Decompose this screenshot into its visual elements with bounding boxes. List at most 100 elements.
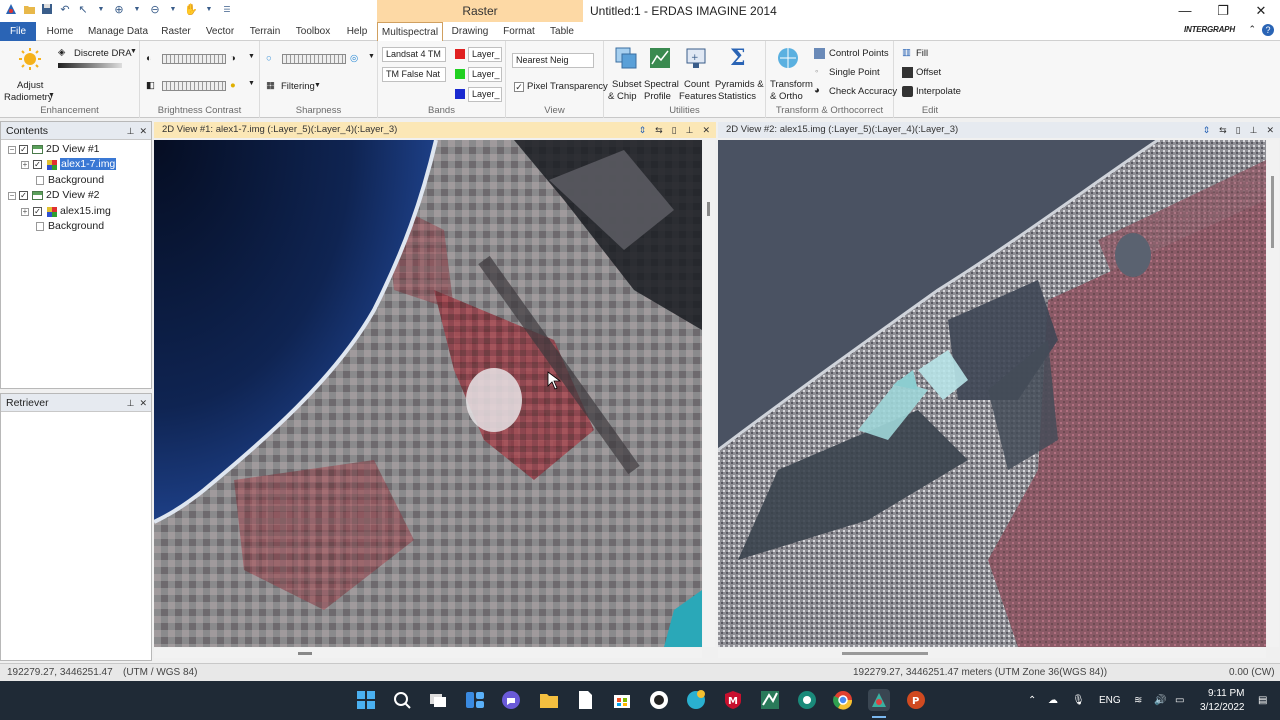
globe-mapper-icon[interactable] [796,689,818,711]
pixel-transparency-checkbox[interactable]: ✓ [514,82,524,92]
view1-checkbox[interactable]: ✓ [19,145,28,154]
arcgis-icon[interactable] [759,689,781,711]
tab-help[interactable]: Help [342,22,372,41]
dropdown-arrow-icon[interactable]: ▼ [248,80,255,87]
options-icon[interactable]: ▯ [672,122,677,138]
tab-raster[interactable]: Raster [158,22,194,41]
tree-alex17[interactable]: alex1-7.img [60,157,117,172]
spectral-profile-icon[interactable] [648,46,672,70]
tab-terrain[interactable]: Terrain [246,22,284,41]
interpolate-button[interactable]: Interpolate [916,86,961,97]
collapse-icon[interactable]: − [8,192,16,200]
teams-chat-icon[interactable] [500,689,522,711]
red-layer-combo[interactable]: Layer_ [468,47,502,62]
tab-multispectral[interactable]: Multispectral [377,22,443,42]
volume-icon[interactable]: 🔊 [1154,681,1166,720]
view2-vertical-scrollbar[interactable] [1267,140,1279,647]
resample-combo[interactable]: Nearest Neig [512,53,594,68]
close-button[interactable]: ✕ [1242,0,1280,22]
sync-icon[interactable]: ⇆ [1219,122,1227,138]
subset-chip-label[interactable]: & Chip [608,91,637,102]
single-point-button[interactable]: Single Point [829,67,880,78]
chrome-icon[interactable] [832,689,854,711]
edge-browser-icon[interactable] [685,689,707,711]
save-icon[interactable] [40,2,54,16]
pin-icon[interactable]: ⊥ [1250,122,1258,138]
tree-view2-background[interactable]: Background [48,219,104,234]
close-icon[interactable]: ✕ [702,122,710,138]
pin-icon[interactable]: ⊥ [127,126,135,136]
link-icon[interactable]: ⇕ [1203,122,1211,138]
blue-layer-combo[interactable]: Layer_ [468,87,502,102]
count-features-icon[interactable]: + [684,46,708,70]
sigma-icon[interactable]: Σ [726,44,750,71]
tab-vector[interactable]: Vector [202,22,238,41]
notifications-icon[interactable]: ▤ [1258,695,1267,706]
green-layer-combo[interactable]: Layer_ [468,67,502,82]
close-icon[interactable]: ✕ [1266,122,1274,138]
scroll-thumb[interactable] [298,652,312,655]
close-icon[interactable]: ✕ [139,398,147,408]
collapse-icon[interactable]: − [8,146,16,154]
alex17-checkbox[interactable]: ✓ [33,160,42,169]
transform-ortho-icon[interactable] [776,46,800,70]
cloud-icon[interactable]: ☁ [1048,681,1058,720]
check-accuracy-button[interactable]: Check Accuracy [829,86,897,97]
view2-checkbox[interactable]: ✓ [19,191,28,200]
scroll-thumb[interactable] [707,202,710,216]
task-view-icon[interactable] [427,689,449,711]
ortho-label[interactable]: & Ortho [770,91,803,102]
filtering-button[interactable]: Filtering [281,81,315,92]
collapse-ribbon-icon[interactable]: ⌃ [1248,24,1256,36]
expand-icon[interactable]: + [21,161,29,169]
store-icon[interactable] [611,689,633,711]
view2-horizontal-scrollbar[interactable] [718,648,1266,658]
help-icon[interactable]: ? [1262,24,1274,36]
view1-canvas[interactable] [154,140,702,647]
profile-label[interactable]: Profile [644,91,671,102]
erdas-taskbar-icon[interactable] [868,689,890,711]
tree-view2[interactable]: 2D View #2 [46,188,100,203]
count-label[interactable]: Count [684,79,709,90]
document-icon[interactable] [574,689,596,711]
alex15-checkbox[interactable]: ✓ [33,207,42,216]
file-explorer-icon[interactable] [538,689,560,711]
subset-label[interactable]: Subset [612,79,642,90]
show-hidden-icons[interactable]: ⌃ [1028,681,1036,720]
options-icon[interactable]: ▯ [1236,122,1241,138]
view1-horizontal-scrollbar[interactable] [154,648,702,658]
tab-home[interactable]: Home [42,22,78,41]
control-points-button[interactable]: Control Points [829,48,889,59]
customize-qat-icon[interactable]: ☰ [220,2,234,16]
zoom-out-icon[interactable]: ⊖ [148,2,162,16]
zoom-in-icon[interactable]: ⊕ [112,2,126,16]
dropdown-arrow-icon[interactable]: ▼ [94,2,108,16]
select-arrow-icon[interactable]: ↖ [76,2,90,16]
radiometry-label[interactable]: Radiometry [4,92,53,103]
tab-table[interactable]: Table [545,22,579,41]
brightness-slider[interactable] [162,54,226,64]
dropdown-arrow-icon[interactable]: ▼ [130,2,144,16]
pin-icon[interactable]: ⊥ [686,122,694,138]
close-icon[interactable]: ✕ [139,126,147,136]
tree-view1[interactable]: 2D View #1 [46,142,100,157]
minimize-button[interactable]: — [1166,0,1204,22]
pyramids-label[interactable]: Pyramids & [715,79,764,90]
view1-vertical-scrollbar[interactable] [703,140,715,647]
search-icon[interactable] [391,689,413,711]
tree-alex15[interactable]: alex15.img [60,204,111,219]
dropdown-arrow-icon[interactable]: ▼ [166,2,180,16]
language-indicator[interactable]: ENG [1099,681,1121,720]
tab-manage-data[interactable]: Manage Data [86,22,150,41]
dropdown-arrow-icon[interactable]: ▼ [130,48,137,55]
powerpoint-icon[interactable]: P [905,689,927,711]
sync-icon[interactable]: ⇆ [655,122,663,138]
scroll-thumb[interactable] [1271,176,1274,248]
tab-file[interactable]: File [0,22,36,41]
scroll-thumb[interactable] [842,652,928,655]
adjust-label[interactable]: Adjust [17,80,43,91]
transform-label[interactable]: Transform [770,79,813,90]
discrete-dra-button[interactable]: Discrete DRA [74,48,132,59]
statistics-label[interactable]: Statistics [718,91,756,102]
dropdown-arrow-icon[interactable]: ▼ [314,82,321,89]
